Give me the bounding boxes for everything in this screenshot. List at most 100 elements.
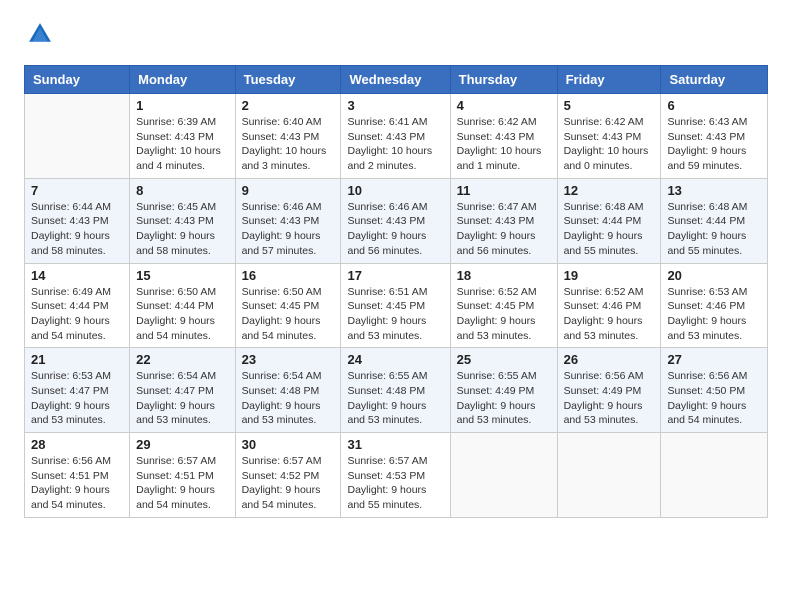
calendar-cell: 24 Sunrise: 6:55 AMSunset: 4:48 PMDayligh…	[341, 348, 450, 433]
calendar-week-row: 7 Sunrise: 6:44 AMSunset: 4:43 PMDaylight…	[25, 178, 768, 263]
day-number: 20	[667, 268, 761, 283]
calendar-week-row: 21 Sunrise: 6:53 AMSunset: 4:47 PMDayligh…	[25, 348, 768, 433]
calendar-cell: 5Sunrise: 6:42 AMSunset: 4:43 PMDaylight…	[557, 94, 661, 179]
day-info: Sunrise: 6:41 AMSunset: 4:43 PMDaylight:…	[347, 115, 443, 174]
day-number: 13	[667, 183, 761, 198]
calendar-cell	[25, 94, 130, 179]
day-number: 29	[136, 437, 228, 452]
calendar-cell: 7 Sunrise: 6:44 AMSunset: 4:43 PMDaylight…	[25, 178, 130, 263]
day-info: Sunrise: 6:46 AMSunset: 4:43 PMDaylight:…	[347, 200, 443, 259]
calendar-cell: 4 Sunrise: 6:42 AMSunset: 4:43 PMDaylight…	[450, 94, 557, 179]
day-info: Sunrise: 6:55 AMSunset: 4:49 PMDaylight:…	[457, 369, 551, 428]
calendar-cell: 15 Sunrise: 6:50 AMSunset: 4:44 PMDayligh…	[130, 263, 235, 348]
day-info: Sunrise: 6:55 AMSunset: 4:48 PMDaylight:…	[347, 369, 443, 428]
day-info: Sunrise: 6:54 AMSunset: 4:47 PMDaylight:…	[136, 369, 228, 428]
day-number: 9	[242, 183, 335, 198]
day-number: 26	[564, 352, 655, 367]
day-number: 27	[667, 352, 761, 367]
day-number: 10	[347, 183, 443, 198]
day-info: Sunrise: 6:50 AMSunset: 4:45 PMDaylight:…	[242, 285, 335, 344]
calendar-cell	[661, 433, 768, 518]
day-number: 30	[242, 437, 335, 452]
day-number: 15	[136, 268, 228, 283]
day-number: 6	[667, 98, 761, 113]
day-number: 7	[31, 183, 123, 198]
calendar-cell	[557, 433, 661, 518]
day-info: Sunrise: 6:45 AMSunset: 4:43 PMDaylight:…	[136, 200, 228, 259]
day-info: Sunrise: 6:53 AMSunset: 4:47 PMDaylight:…	[31, 369, 123, 428]
day-number: 16	[242, 268, 335, 283]
day-info: Sunrise: 6:53 AMSunset: 4:46 PMDaylight:…	[667, 285, 761, 344]
day-info: Sunrise: 6:48 AMSunset: 4:44 PMDaylight:…	[564, 200, 655, 259]
day-info: Sunrise: 6:43 AMSunset: 4:43 PMDaylight:…	[667, 115, 761, 174]
calendar-cell: 29 Sunrise: 6:57 AMSunset: 4:51 PMDayligh…	[130, 433, 235, 518]
calendar-cell: 31 Sunrise: 6:57 AMSunset: 4:53 PMDayligh…	[341, 433, 450, 518]
day-number: 28	[31, 437, 123, 452]
day-info: Sunrise: 6:57 AMSunset: 4:53 PMDaylight:…	[347, 454, 443, 513]
day-number: 19	[564, 268, 655, 283]
weekday-header: Friday	[557, 66, 661, 94]
calendar-cell: 21 Sunrise: 6:53 AMSunset: 4:47 PMDayligh…	[25, 348, 130, 433]
weekday-header: Thursday	[450, 66, 557, 94]
calendar-cell: 18Sunrise: 6:52 AMSunset: 4:45 PMDayligh…	[450, 263, 557, 348]
day-info: Sunrise: 6:54 AMSunset: 4:48 PMDaylight:…	[242, 369, 335, 428]
day-number: 23	[242, 352, 335, 367]
logo-icon	[26, 20, 54, 48]
calendar-cell: 8 Sunrise: 6:45 AMSunset: 4:43 PMDaylight…	[130, 178, 235, 263]
calendar-cell: 3Sunrise: 6:41 AMSunset: 4:43 PMDaylight…	[341, 94, 450, 179]
day-info: Sunrise: 6:57 AMSunset: 4:51 PMDaylight:…	[136, 454, 228, 513]
calendar-cell: 16 Sunrise: 6:50 AMSunset: 4:45 PMDayligh…	[235, 263, 341, 348]
calendar-week-row: 28Sunrise: 6:56 AMSunset: 4:51 PMDayligh…	[25, 433, 768, 518]
day-info: Sunrise: 6:40 AMSunset: 4:43 PMDaylight:…	[242, 115, 335, 174]
day-number: 22	[136, 352, 228, 367]
day-info: Sunrise: 6:56 AMSunset: 4:50 PMDaylight:…	[667, 369, 761, 428]
day-info: Sunrise: 6:50 AMSunset: 4:44 PMDaylight:…	[136, 285, 228, 344]
day-number: 21	[31, 352, 123, 367]
day-number: 24	[347, 352, 443, 367]
day-number: 31	[347, 437, 443, 452]
day-number: 17	[347, 268, 443, 283]
day-info: Sunrise: 6:44 AMSunset: 4:43 PMDaylight:…	[31, 200, 123, 259]
calendar-cell: 2 Sunrise: 6:40 AMSunset: 4:43 PMDaylight…	[235, 94, 341, 179]
weekday-header: Wednesday	[341, 66, 450, 94]
header	[24, 20, 768, 53]
calendar-week-row: 1Sunrise: 6:39 AMSunset: 4:43 PMDaylight…	[25, 94, 768, 179]
day-number: 2	[242, 98, 335, 113]
day-info: Sunrise: 6:47 AMSunset: 4:43 PMDaylight:…	[457, 200, 551, 259]
day-number: 14	[31, 268, 123, 283]
day-info: Sunrise: 6:48 AMSunset: 4:44 PMDaylight:…	[667, 200, 761, 259]
calendar-header-row: SundayMondayTuesdayWednesdayThursdayFrid…	[25, 66, 768, 94]
day-info: Sunrise: 6:46 AMSunset: 4:43 PMDaylight:…	[242, 200, 335, 259]
calendar-cell: 6 Sunrise: 6:43 AMSunset: 4:43 PMDaylight…	[661, 94, 768, 179]
calendar-cell: 25Sunrise: 6:55 AMSunset: 4:49 PMDayligh…	[450, 348, 557, 433]
calendar-cell: 17 Sunrise: 6:51 AMSunset: 4:45 PMDayligh…	[341, 263, 450, 348]
calendar-cell: 28Sunrise: 6:56 AMSunset: 4:51 PMDayligh…	[25, 433, 130, 518]
calendar-cell: 20 Sunrise: 6:53 AMSunset: 4:46 PMDayligh…	[661, 263, 768, 348]
calendar-cell: 9 Sunrise: 6:46 AMSunset: 4:43 PMDaylight…	[235, 178, 341, 263]
calendar-cell: 19Sunrise: 6:52 AMSunset: 4:46 PMDayligh…	[557, 263, 661, 348]
day-info: Sunrise: 6:42 AMSunset: 4:43 PMDaylight:…	[457, 115, 551, 174]
page: SundayMondayTuesdayWednesdayThursdayFrid…	[0, 0, 792, 612]
calendar-cell: 1Sunrise: 6:39 AMSunset: 4:43 PMDaylight…	[130, 94, 235, 179]
calendar-cell: 23 Sunrise: 6:54 AMSunset: 4:48 PMDayligh…	[235, 348, 341, 433]
day-number: 8	[136, 183, 228, 198]
calendar-cell: 14 Sunrise: 6:49 AMSunset: 4:44 PMDayligh…	[25, 263, 130, 348]
day-info: Sunrise: 6:56 AMSunset: 4:49 PMDaylight:…	[564, 369, 655, 428]
day-info: Sunrise: 6:49 AMSunset: 4:44 PMDaylight:…	[31, 285, 123, 344]
weekday-header: Monday	[130, 66, 235, 94]
day-info: Sunrise: 6:51 AMSunset: 4:45 PMDaylight:…	[347, 285, 443, 344]
day-number: 11	[457, 183, 551, 198]
calendar-cell: 30 Sunrise: 6:57 AMSunset: 4:52 PMDayligh…	[235, 433, 341, 518]
calendar-cell: 22 Sunrise: 6:54 AMSunset: 4:47 PMDayligh…	[130, 348, 235, 433]
day-number: 18	[457, 268, 551, 283]
day-number: 5	[564, 98, 655, 113]
weekday-header: Saturday	[661, 66, 768, 94]
calendar-cell: 13 Sunrise: 6:48 AMSunset: 4:44 PMDayligh…	[661, 178, 768, 263]
calendar-cell: 12 Sunrise: 6:48 AMSunset: 4:44 PMDayligh…	[557, 178, 661, 263]
calendar-cell: 27 Sunrise: 6:56 AMSunset: 4:50 PMDayligh…	[661, 348, 768, 433]
day-info: Sunrise: 6:39 AMSunset: 4:43 PMDaylight:…	[136, 115, 228, 174]
day-number: 12	[564, 183, 655, 198]
day-number: 4	[457, 98, 551, 113]
day-info: Sunrise: 6:57 AMSunset: 4:52 PMDaylight:…	[242, 454, 335, 513]
calendar-cell: 10 Sunrise: 6:46 AMSunset: 4:43 PMDayligh…	[341, 178, 450, 263]
